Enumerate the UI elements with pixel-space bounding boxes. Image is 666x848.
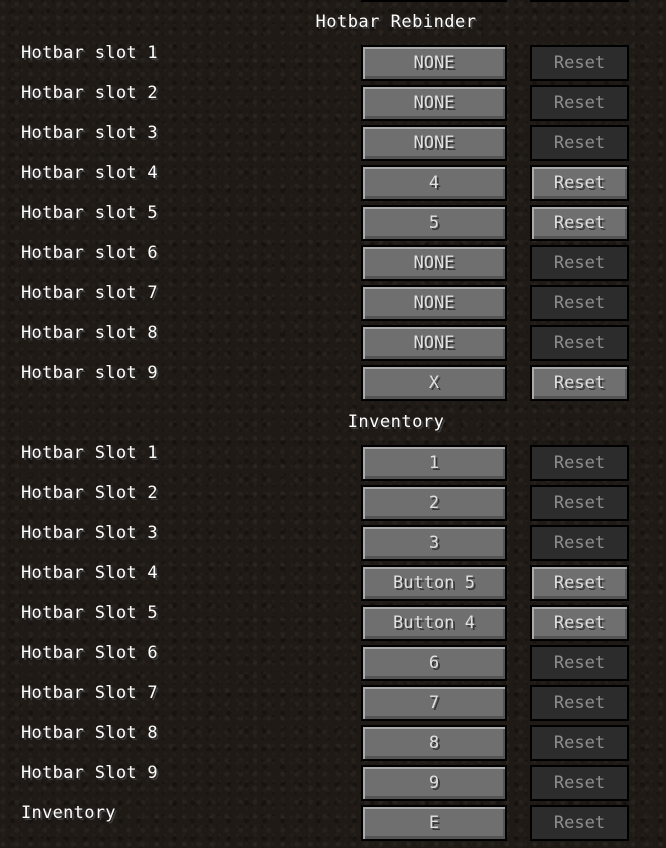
keybind-label: Hotbar Slot 5 xyxy=(21,603,158,623)
reset-button[interactable]: Reset xyxy=(530,685,629,721)
reset-button[interactable]: Reset xyxy=(530,245,629,281)
reset-button[interactable]: Reset xyxy=(530,85,629,121)
keybind-label: Hotbar slot 3 xyxy=(21,123,158,143)
reset-button[interactable]: Reset xyxy=(530,725,629,761)
keybind-button[interactable]: 7 xyxy=(361,685,507,721)
keybind-button[interactable]: NONE xyxy=(361,45,507,81)
keybind-button[interactable]: NONE xyxy=(361,245,507,281)
keybind-row: Hotbar slot 4 4 Reset xyxy=(0,160,666,201)
section-header-hotbar-rebinder: Hotbar Rebinder xyxy=(315,12,477,32)
reset-button[interactable]: Reset xyxy=(530,525,629,561)
keybind-button[interactable]: 8 xyxy=(361,725,507,761)
keybind-label: Hotbar slot 6 xyxy=(21,243,158,263)
keybind-label: Hotbar slot 5 xyxy=(21,203,158,223)
keybind-label: Hotbar slot 7 xyxy=(21,283,158,303)
reset-button[interactable]: Reset xyxy=(530,645,629,681)
keybind-row: Hotbar Slot 1 1 Reset xyxy=(0,440,666,481)
keybind-row: Hotbar Slot 6 6 Reset xyxy=(0,640,666,681)
keybind-label: Hotbar slot 4 xyxy=(21,163,158,183)
keybind-button[interactable]: NONE xyxy=(361,325,507,361)
keybind-button[interactable]: Button 4 xyxy=(361,605,507,641)
keybind-label: Hotbar Slot 3 xyxy=(21,523,158,543)
keybind-label: Hotbar Slot 8 xyxy=(21,723,158,743)
keybind-row: Hotbar slot 6 NONE Reset xyxy=(0,240,666,281)
keybind-row: Hotbar slot 7 NONE Reset xyxy=(0,280,666,321)
keybind-label: Inventory xyxy=(21,803,116,823)
reset-button[interactable]: Reset xyxy=(530,125,629,161)
keybind-label: Hotbar Slot 7 xyxy=(21,683,158,703)
keybind-row: Hotbar Slot 5 Button 4 Reset xyxy=(0,600,666,641)
reset-button[interactable]: Reset xyxy=(530,805,629,841)
reset-button[interactable]: Reset xyxy=(530,445,629,481)
previous-reset-button-edge[interactable] xyxy=(530,0,629,2)
keybind-button[interactable]: 1 xyxy=(361,445,507,481)
keybind-button[interactable]: NONE xyxy=(361,125,507,161)
keybind-row: Hotbar Slot 7 7 Reset xyxy=(0,680,666,721)
reset-button[interactable]: Reset xyxy=(530,605,629,641)
controls-list[interactable]: Hotbar Rebinder Hotbar slot 1 NONE Reset… xyxy=(0,0,666,848)
reset-button[interactable]: Reset xyxy=(530,285,629,321)
keybind-label: Hotbar slot 9 xyxy=(21,363,158,383)
keybind-button[interactable]: NONE xyxy=(361,85,507,121)
keybind-row: Hotbar Slot 9 9 Reset xyxy=(0,760,666,801)
keybind-row: Hotbar Slot 8 8 Reset xyxy=(0,720,666,761)
keybind-label: Hotbar slot 8 xyxy=(21,323,158,343)
reset-button[interactable]: Reset xyxy=(530,165,629,201)
keybind-button[interactable]: 9 xyxy=(361,765,507,801)
reset-button[interactable]: Reset xyxy=(530,205,629,241)
keybind-button[interactable]: 5 xyxy=(361,205,507,241)
keybind-button[interactable]: NONE xyxy=(361,285,507,321)
keybind-button[interactable]: 3 xyxy=(361,525,507,561)
keybind-row: Hotbar slot 3 NONE Reset xyxy=(0,120,666,161)
keybind-label: Hotbar Slot 4 xyxy=(21,563,158,583)
keybind-row: Hotbar slot 8 NONE Reset xyxy=(0,320,666,361)
keybind-row: Hotbar Slot 4 Button 5 Reset xyxy=(0,560,666,601)
previous-key-button-edge[interactable] xyxy=(361,0,507,2)
keybind-label: Hotbar Slot 1 xyxy=(21,443,158,463)
keybind-label: Hotbar Slot 9 xyxy=(21,763,158,783)
reset-button[interactable]: Reset xyxy=(530,365,629,401)
keybind-button[interactable]: E xyxy=(361,805,507,841)
keybind-label: Hotbar slot 1 xyxy=(21,43,158,63)
section-header-inventory: Inventory xyxy=(347,412,445,432)
keybind-row: Inventory E Reset xyxy=(0,800,666,841)
keybind-row: Hotbar slot 5 5 Reset xyxy=(0,200,666,241)
keybind-row: Hotbar slot 2 NONE Reset xyxy=(0,80,666,121)
reset-button[interactable]: Reset xyxy=(530,765,629,801)
keybind-button[interactable]: 4 xyxy=(361,165,507,201)
keybind-row: Hotbar slot 1 NONE Reset xyxy=(0,40,666,81)
keybind-label: Hotbar Slot 2 xyxy=(21,483,158,503)
keybind-row: Hotbar Slot 2 2 Reset xyxy=(0,480,666,521)
keybind-row: Hotbar slot 9 X Reset xyxy=(0,360,666,401)
keybind-button[interactable]: 2 xyxy=(361,485,507,521)
keybind-button[interactable]: 6 xyxy=(361,645,507,681)
reset-button[interactable]: Reset xyxy=(530,45,629,81)
keybind-label: Hotbar Slot 6 xyxy=(21,643,158,663)
keybind-label: Hotbar slot 2 xyxy=(21,83,158,103)
reset-button[interactable]: Reset xyxy=(530,485,629,521)
keybind-button[interactable]: X xyxy=(361,365,507,401)
reset-button[interactable]: Reset xyxy=(530,325,629,361)
keybind-row: Hotbar Slot 3 3 Reset xyxy=(0,520,666,561)
keybind-button[interactable]: Button 5 xyxy=(361,565,507,601)
reset-button[interactable]: Reset xyxy=(530,565,629,601)
